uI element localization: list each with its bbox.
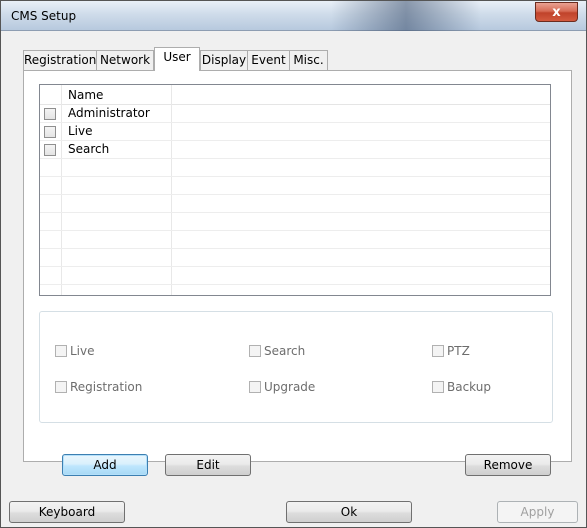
- empty-list-row: [40, 159, 550, 177]
- empty-list-row: [40, 195, 550, 213]
- ok-button[interactable]: Ok: [286, 501, 412, 523]
- permission-label: Search: [264, 344, 306, 358]
- permission-live[interactable]: Live: [55, 344, 95, 358]
- title-bar-decoration: [331, 1, 481, 31]
- user-list-header: Name: [40, 85, 550, 105]
- list-item[interactable]: Live: [40, 123, 550, 141]
- empty-list-row: [40, 231, 550, 249]
- permission-upgrade-checkbox[interactable]: [249, 381, 261, 393]
- tab-event[interactable]: Event: [247, 50, 290, 70]
- close-button[interactable]: x: [535, 2, 578, 22]
- window-title: CMS Setup: [11, 9, 77, 23]
- dialog-client-area: Registration Network User Display Event …: [9, 32, 578, 523]
- permission-registration-checkbox[interactable]: [55, 381, 67, 393]
- permission-ptz-checkbox[interactable]: [432, 345, 444, 357]
- edit-button[interactable]: Edit: [165, 454, 251, 476]
- tab-user[interactable]: User: [154, 47, 200, 71]
- list-item[interactable]: Administrator: [40, 105, 550, 123]
- permission-label: Registration: [70, 380, 143, 394]
- permission-label: Backup: [447, 380, 491, 394]
- tab-registration[interactable]: Registration: [23, 50, 97, 70]
- permission-search-checkbox[interactable]: [249, 345, 261, 357]
- permission-label: PTZ: [447, 344, 470, 358]
- permission-registration[interactable]: Registration: [55, 380, 142, 394]
- user-tab-panel: Name Administrator Live Search Live Sear…: [23, 70, 572, 476]
- empty-list-row: [40, 177, 550, 195]
- empty-list-row: [40, 267, 550, 285]
- permission-search[interactable]: Search: [249, 344, 305, 358]
- user-name: Search: [68, 142, 110, 156]
- permissions-group: Live Search PTZ Registration Upgrade Bac…: [39, 311, 553, 423]
- empty-list-row: [40, 213, 550, 231]
- permission-backup[interactable]: Backup: [432, 380, 491, 394]
- user-checkbox-search[interactable]: [44, 144, 56, 156]
- permission-live-checkbox[interactable]: [55, 345, 67, 357]
- list-item[interactable]: Search: [40, 141, 550, 159]
- user-name: Administrator: [68, 106, 150, 120]
- close-icon: x: [552, 4, 561, 20]
- apply-button[interactable]: Apply: [497, 501, 578, 523]
- column-header-name[interactable]: Name: [68, 88, 103, 102]
- permission-backup-checkbox[interactable]: [432, 381, 444, 393]
- tab-misc[interactable]: Misc.: [289, 50, 328, 70]
- permission-label: Live: [70, 344, 95, 358]
- cms-setup-window: CMS Setup x Registration Network User Di…: [0, 0, 587, 528]
- permission-upgrade[interactable]: Upgrade: [249, 380, 315, 394]
- tab-network[interactable]: Network: [96, 50, 154, 70]
- user-checkbox-live[interactable]: [44, 126, 56, 138]
- user-name: Live: [68, 124, 93, 138]
- user-checkbox-administrator[interactable]: [44, 108, 56, 120]
- title-bar[interactable]: CMS Setup x: [1, 1, 586, 31]
- keyboard-button[interactable]: Keyboard: [9, 501, 125, 523]
- add-button[interactable]: Add: [62, 454, 148, 476]
- empty-list-row: [40, 249, 550, 267]
- tab-display[interactable]: Display: [200, 50, 248, 70]
- permission-label: Upgrade: [264, 380, 316, 394]
- remove-button[interactable]: Remove: [465, 454, 551, 476]
- permission-ptz[interactable]: PTZ: [432, 344, 470, 358]
- user-list[interactable]: Name Administrator Live Search: [39, 84, 551, 296]
